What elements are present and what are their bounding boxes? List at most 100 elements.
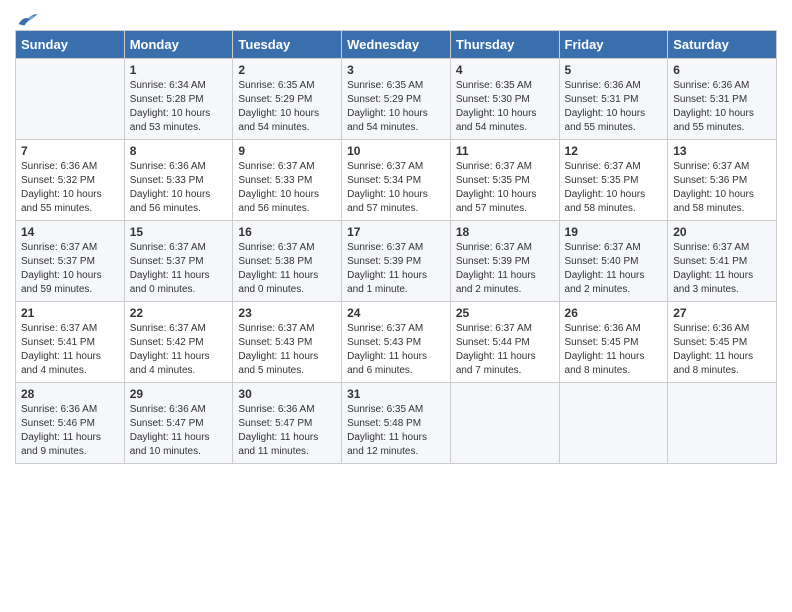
day-number: 8: [130, 144, 228, 158]
week-row-1: 1Sunrise: 6:34 AM Sunset: 5:28 PM Daylig…: [16, 59, 777, 140]
day-info: Sunrise: 6:37 AM Sunset: 5:43 PM Dayligh…: [347, 322, 445, 378]
day-number: 21: [21, 306, 119, 320]
day-number: 30: [238, 387, 336, 401]
day-number: 14: [21, 225, 119, 239]
day-info: Sunrise: 6:37 AM Sunset: 5:37 PM Dayligh…: [130, 241, 228, 297]
calendar-cell: 20 Sunrise: 6:37 AM Sunset: 5:41 PM Dayli…: [668, 221, 777, 302]
column-header-sunday: Sunday: [16, 31, 125, 59]
day-info: Sunrise: 6:36 AM Sunset: 5:33 PM Dayligh…: [130, 160, 228, 216]
day-info: Sunrise: 6:36 AM Sunset: 5:45 PM Dayligh…: [565, 322, 663, 378]
day-info: Sunrise: 6:36 AM Sunset: 5:47 PM Dayligh…: [238, 403, 336, 459]
day-info: Sunrise: 6:37 AM Sunset: 5:44 PM Dayligh…: [456, 322, 554, 378]
calendar-cell: 30 Sunrise: 6:36 AM Sunset: 5:47 PM Dayli…: [233, 383, 342, 464]
calendar-cell: 17Sunrise: 6:37 AM Sunset: 5:39 PM Dayli…: [342, 221, 451, 302]
week-row-2: 7 Sunrise: 6:36 AM Sunset: 5:32 PM Daylig…: [16, 140, 777, 221]
day-info: Sunrise: 6:37 AM Sunset: 5:41 PM Dayligh…: [21, 322, 119, 378]
calendar-cell: 6 Sunrise: 6:36 AM Sunset: 5:31 PM Daylig…: [668, 59, 777, 140]
day-info: Sunrise: 6:36 AM Sunset: 5:31 PM Dayligh…: [565, 79, 663, 135]
calendar-cell: [16, 59, 125, 140]
day-info: Sunrise: 6:36 AM Sunset: 5:45 PM Dayligh…: [673, 322, 771, 378]
calendar-cell: 23 Sunrise: 6:37 AM Sunset: 5:43 PM Dayli…: [233, 302, 342, 383]
calendar-cell: 8 Sunrise: 6:36 AM Sunset: 5:33 PM Daylig…: [124, 140, 233, 221]
day-number: 25: [456, 306, 554, 320]
column-header-thursday: Thursday: [450, 31, 559, 59]
calendar-cell: 11 Sunrise: 6:37 AM Sunset: 5:35 PM Dayli…: [450, 140, 559, 221]
calendar-cell: 9Sunrise: 6:37 AM Sunset: 5:33 PM Daylig…: [233, 140, 342, 221]
day-number: 3: [347, 63, 445, 77]
day-info: Sunrise: 6:37 AM Sunset: 5:40 PM Dayligh…: [565, 241, 663, 297]
calendar-cell: 12 Sunrise: 6:37 AM Sunset: 5:35 PM Dayli…: [559, 140, 668, 221]
calendar-cell: 15 Sunrise: 6:37 AM Sunset: 5:37 PM Dayli…: [124, 221, 233, 302]
day-info: Sunrise: 6:36 AM Sunset: 5:31 PM Dayligh…: [673, 79, 771, 135]
column-header-monday: Monday: [124, 31, 233, 59]
calendar-cell: 27 Sunrise: 6:36 AM Sunset: 5:45 PM Dayli…: [668, 302, 777, 383]
week-row-3: 14 Sunrise: 6:37 AM Sunset: 5:37 PM Dayli…: [16, 221, 777, 302]
day-number: 6: [673, 63, 771, 77]
day-info: Sunrise: 6:37 AM Sunset: 5:37 PM Dayligh…: [21, 241, 119, 297]
column-header-tuesday: Tuesday: [233, 31, 342, 59]
day-info: Sunrise: 6:35 AM Sunset: 5:30 PM Dayligh…: [456, 79, 554, 135]
day-number: 7: [21, 144, 119, 158]
day-info: Sunrise: 6:35 AM Sunset: 5:48 PM Dayligh…: [347, 403, 445, 459]
calendar-table: SundayMondayTuesdayWednesdayThursdayFrid…: [15, 30, 777, 464]
day-number: 15: [130, 225, 228, 239]
day-info: Sunrise: 6:37 AM Sunset: 5:35 PM Dayligh…: [456, 160, 554, 216]
day-number: 4: [456, 63, 554, 77]
calendar-cell: 24 Sunrise: 6:37 AM Sunset: 5:43 PM Dayli…: [342, 302, 451, 383]
calendar-cell: 18Sunrise: 6:37 AM Sunset: 5:39 PM Dayli…: [450, 221, 559, 302]
day-info: Sunrise: 6:37 AM Sunset: 5:33 PM Dayligh…: [238, 160, 336, 216]
day-info: Sunrise: 6:36 AM Sunset: 5:32 PM Dayligh…: [21, 160, 119, 216]
calendar-cell: 26Sunrise: 6:36 AM Sunset: 5:45 PM Dayli…: [559, 302, 668, 383]
calendar-cell: 29Sunrise: 6:36 AM Sunset: 5:47 PM Dayli…: [124, 383, 233, 464]
day-info: Sunrise: 6:37 AM Sunset: 5:43 PM Dayligh…: [238, 322, 336, 378]
day-number: 24: [347, 306, 445, 320]
day-info: Sunrise: 6:37 AM Sunset: 5:39 PM Dayligh…: [347, 241, 445, 297]
calendar-cell: 21 Sunrise: 6:37 AM Sunset: 5:41 PM Dayli…: [16, 302, 125, 383]
column-header-saturday: Saturday: [668, 31, 777, 59]
calendar-cell: 5 Sunrise: 6:36 AM Sunset: 5:31 PM Daylig…: [559, 59, 668, 140]
day-number: 23: [238, 306, 336, 320]
day-info: Sunrise: 6:34 AM Sunset: 5:28 PM Dayligh…: [130, 79, 228, 135]
logo-bird-icon: [17, 10, 39, 28]
day-number: 10: [347, 144, 445, 158]
day-info: Sunrise: 6:35 AM Sunset: 5:29 PM Dayligh…: [347, 79, 445, 135]
calendar-cell: [450, 383, 559, 464]
calendar-cell: 28 Sunrise: 6:36 AM Sunset: 5:46 PM Dayli…: [16, 383, 125, 464]
day-info: Sunrise: 6:36 AM Sunset: 5:46 PM Dayligh…: [21, 403, 119, 459]
week-row-5: 28 Sunrise: 6:36 AM Sunset: 5:46 PM Dayli…: [16, 383, 777, 464]
calendar-cell: 16 Sunrise: 6:37 AM Sunset: 5:38 PM Dayli…: [233, 221, 342, 302]
day-info: Sunrise: 6:35 AM Sunset: 5:29 PM Dayligh…: [238, 79, 336, 135]
column-header-wednesday: Wednesday: [342, 31, 451, 59]
calendar-cell: 19 Sunrise: 6:37 AM Sunset: 5:40 PM Dayli…: [559, 221, 668, 302]
day-number: 22: [130, 306, 228, 320]
week-row-4: 21 Sunrise: 6:37 AM Sunset: 5:41 PM Dayli…: [16, 302, 777, 383]
day-number: 12: [565, 144, 663, 158]
calendar-cell: 14 Sunrise: 6:37 AM Sunset: 5:37 PM Dayli…: [16, 221, 125, 302]
day-number: 27: [673, 306, 771, 320]
day-info: Sunrise: 6:37 AM Sunset: 5:38 PM Dayligh…: [238, 241, 336, 297]
calendar-cell: 2 Sunrise: 6:35 AM Sunset: 5:29 PM Daylig…: [233, 59, 342, 140]
day-number: 11: [456, 144, 554, 158]
calendar-cell: 10Sunrise: 6:37 AM Sunset: 5:34 PM Dayli…: [342, 140, 451, 221]
day-number: 19: [565, 225, 663, 239]
calendar-cell: 22 Sunrise: 6:37 AM Sunset: 5:42 PM Dayli…: [124, 302, 233, 383]
column-header-friday: Friday: [559, 31, 668, 59]
day-number: 28: [21, 387, 119, 401]
calendar-cell: 13Sunrise: 6:37 AM Sunset: 5:36 PM Dayli…: [668, 140, 777, 221]
day-info: Sunrise: 6:36 AM Sunset: 5:47 PM Dayligh…: [130, 403, 228, 459]
day-number: 31: [347, 387, 445, 401]
day-info: Sunrise: 6:37 AM Sunset: 5:41 PM Dayligh…: [673, 241, 771, 297]
day-info: Sunrise: 6:37 AM Sunset: 5:42 PM Dayligh…: [130, 322, 228, 378]
logo: [15, 10, 39, 24]
day-number: 16: [238, 225, 336, 239]
day-info: Sunrise: 6:37 AM Sunset: 5:35 PM Dayligh…: [565, 160, 663, 216]
day-info: Sunrise: 6:37 AM Sunset: 5:39 PM Dayligh…: [456, 241, 554, 297]
day-number: 5: [565, 63, 663, 77]
calendar-cell: 1Sunrise: 6:34 AM Sunset: 5:28 PM Daylig…: [124, 59, 233, 140]
calendar-cell: [559, 383, 668, 464]
day-number: 20: [673, 225, 771, 239]
calendar-cell: [668, 383, 777, 464]
calendar-cell: 25 Sunrise: 6:37 AM Sunset: 5:44 PM Dayli…: [450, 302, 559, 383]
day-number: 13: [673, 144, 771, 158]
day-number: 2: [238, 63, 336, 77]
